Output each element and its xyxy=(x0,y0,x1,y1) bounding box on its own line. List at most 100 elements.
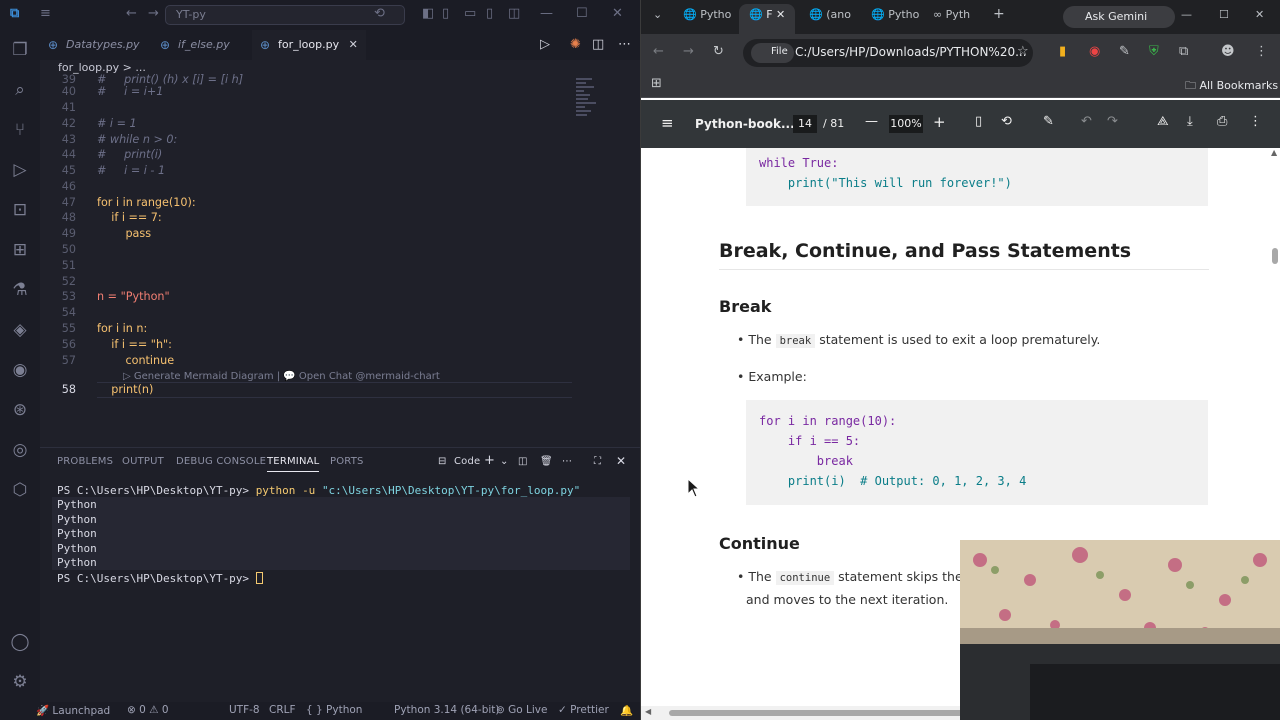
copilot-icon[interactable]: ⟲ xyxy=(374,6,385,21)
terminal-profile-icon[interactable]: ⊟ xyxy=(438,456,447,467)
ask-gemini-button[interactable]: Ask Gemini xyxy=(1063,6,1175,28)
explorer-icon[interactable]: ❐ xyxy=(10,40,30,60)
eyedropper-icon[interactable]: ✎ xyxy=(1119,44,1130,59)
github-icon[interactable]: ◉ xyxy=(10,360,30,380)
language-item[interactable]: { } Python xyxy=(306,704,362,716)
sidebar-menu-icon[interactable]: ≡ xyxy=(661,114,674,132)
containers-icon[interactable]: ⬡ xyxy=(10,480,30,500)
account-icon[interactable]: ◯ xyxy=(10,632,30,652)
chrome-tab[interactable]: ∞ Pyth xyxy=(933,8,970,21)
customize-layout-icon[interactable]: ◫ xyxy=(508,6,520,21)
search-icon[interactable]: ⌕ xyxy=(10,80,30,100)
extensions-icon[interactable]: ⊞ xyxy=(10,240,30,260)
encoding-item[interactable]: UTF-8 xyxy=(229,704,260,716)
scroll-thumb[interactable] xyxy=(669,710,969,716)
more-icon[interactable]: ⋯ xyxy=(562,456,572,467)
all-bookmarks[interactable]: 🗀 All Bookmarks xyxy=(1185,77,1278,96)
new-tab-icon[interactable]: + xyxy=(993,6,1005,22)
extension-off-icon[interactable]: ◉ xyxy=(1089,44,1100,59)
chrome-tab-active[interactable]: 🌐 F ✕ xyxy=(739,4,796,34)
scroll-up-icon[interactable]: ▲ xyxy=(1271,148,1277,157)
run-python-icon[interactable]: ▷ xyxy=(540,37,550,52)
menu-dots-icon[interactable]: ⋮ xyxy=(1255,44,1268,59)
terminal-prompt-line[interactable]: PS C:\Users\HP\Desktop\YT-py> xyxy=(57,572,263,587)
tab-datatypes[interactable]: ⊕ Datatypes.py xyxy=(40,30,148,60)
toggle-sidebar-icon[interactable]: ▯ xyxy=(442,6,449,21)
panel-tab-debug-console[interactable]: DEBUG CONSOLE xyxy=(176,456,266,467)
split-editor-icon[interactable]: ◫ xyxy=(592,37,604,52)
chrome-tab[interactable]: 🌐 Pytho xyxy=(683,8,731,21)
maximize-icon[interactable]: ☐ xyxy=(576,6,588,21)
undo-icon[interactable]: ↶ xyxy=(1081,114,1092,129)
rotate-icon[interactable]: ⟲ xyxy=(1001,114,1012,129)
bookmark-star-icon[interactable]: ☆ xyxy=(1017,44,1029,59)
python-icon[interactable]: ◈ xyxy=(10,320,30,340)
extensions-puzzle-icon[interactable]: ⧉ xyxy=(1179,44,1188,59)
apps-grid-icon[interactable]: ⊞ xyxy=(651,76,662,91)
close-window-icon[interactable]: ✕ xyxy=(1255,8,1264,21)
new-terminal-icon[interactable]: + xyxy=(484,453,495,468)
command-center-search[interactable]: YT-py xyxy=(165,5,405,25)
gitlens-icon[interactable]: ⊛ xyxy=(10,400,30,420)
zoom-input[interactable]: 100% xyxy=(889,115,923,133)
spark-icon[interactable]: ✺ xyxy=(570,37,581,52)
chrome-tab[interactable]: 🌐 (ano xyxy=(809,8,851,21)
more-options-icon[interactable]: ⋮ xyxy=(1249,114,1262,129)
extension-icon[interactable]: ▮ xyxy=(1059,44,1066,59)
tab-if-else[interactable]: ⊕ if_else.py xyxy=(152,30,238,60)
minimize-icon[interactable]: — xyxy=(540,6,553,21)
maximize-panel-icon[interactable]: ⛶ xyxy=(594,456,601,467)
scroll-thumb[interactable] xyxy=(1272,248,1278,264)
launchpad-item[interactable]: 🚀 Launchpad xyxy=(36,704,110,717)
page-number-input[interactable]: 14 xyxy=(793,115,817,133)
redo-icon[interactable]: ↷ xyxy=(1107,114,1118,129)
fit-page-icon[interactable]: ▯ xyxy=(975,114,982,129)
file-chip[interactable]: File xyxy=(751,43,794,63)
split-terminal-icon[interactable]: ◫ xyxy=(518,456,528,467)
menu-icon[interactable]: ≡ xyxy=(40,6,51,21)
close-window-icon[interactable]: ✕ xyxy=(612,6,623,21)
chevron-down-icon[interactable]: ⌄ xyxy=(500,456,509,467)
notifications-icon[interactable]: 🔔 xyxy=(620,704,633,717)
breadcrumb[interactable]: for_loop.py > ... xyxy=(58,61,146,74)
minimize-icon[interactable]: — xyxy=(1181,8,1192,21)
minimap[interactable] xyxy=(576,76,600,156)
close-tab-icon[interactable]: ✕ xyxy=(349,38,358,51)
chrome-tab[interactable]: 🌐 Pytho xyxy=(871,8,919,21)
panel-tab-terminal[interactable]: TERMINAL xyxy=(267,456,320,472)
codelens-actions[interactable]: ▷ Generate Mermaid Diagram | 💬 Open Chat… xyxy=(123,371,440,382)
remote-explorer-icon[interactable]: ⊡ xyxy=(10,200,30,220)
zoom-in-icon[interactable]: + xyxy=(933,113,946,131)
layout-icon[interactable]: ◧ xyxy=(422,6,434,21)
forward-icon[interactable]: → xyxy=(683,44,694,59)
testing-icon[interactable]: ⚗ xyxy=(10,280,30,300)
terminal-profile-label[interactable]: Code xyxy=(454,456,480,467)
tab-for-loop[interactable]: ⊕ for_loop.py ✕ xyxy=(252,30,366,60)
go-live-item[interactable]: ⊚ Go Live xyxy=(496,704,547,716)
panel-tab-output[interactable]: OUTPUT xyxy=(122,456,164,467)
scroll-left-icon[interactable]: ◀ xyxy=(645,707,651,716)
interpreter-item[interactable]: Python 3.14 (64-bit) xyxy=(394,704,500,716)
print-icon[interactable]: ⎙ xyxy=(1217,114,1227,129)
problems-count[interactable]: ⊗ 0 ⚠ 0 xyxy=(127,704,169,716)
forward-arrow-icon[interactable]: → xyxy=(148,6,159,21)
tab-search-icon[interactable]: ⌄ xyxy=(653,8,662,21)
trash-icon[interactable]: 🗑 xyxy=(540,456,553,467)
maximize-icon[interactable]: ☐ xyxy=(1219,8,1229,21)
profile-avatar[interactable]: ☻ xyxy=(1221,44,1235,59)
back-icon[interactable]: ← xyxy=(653,44,664,59)
toggle-secondary-icon[interactable]: ▯ xyxy=(486,6,493,21)
panel-tab-ports[interactable]: PORTS xyxy=(330,456,364,467)
back-arrow-icon[interactable]: ← xyxy=(126,6,137,21)
address-bar[interactable]: File C:/Users/HP/Downloads/PYTHON%20... xyxy=(743,39,1033,67)
reload-icon[interactable]: ↻ xyxy=(713,44,724,59)
more-actions-icon[interactable]: ⋯ xyxy=(618,37,631,52)
eol-item[interactable]: CRLF xyxy=(269,704,296,716)
shield-icon[interactable]: ⛨ xyxy=(1149,44,1159,59)
prettier-item[interactable]: ✓ Prettier xyxy=(558,704,609,716)
save-drive-icon[interactable]: ⟁ xyxy=(1157,114,1169,129)
draw-icon[interactable]: ✎ xyxy=(1043,114,1054,129)
download-icon[interactable]: ⤓ xyxy=(1187,114,1193,129)
run-debug-icon[interactable]: ▷ xyxy=(10,160,30,180)
edge-devtools-icon[interactable]: ◎ xyxy=(10,440,30,460)
